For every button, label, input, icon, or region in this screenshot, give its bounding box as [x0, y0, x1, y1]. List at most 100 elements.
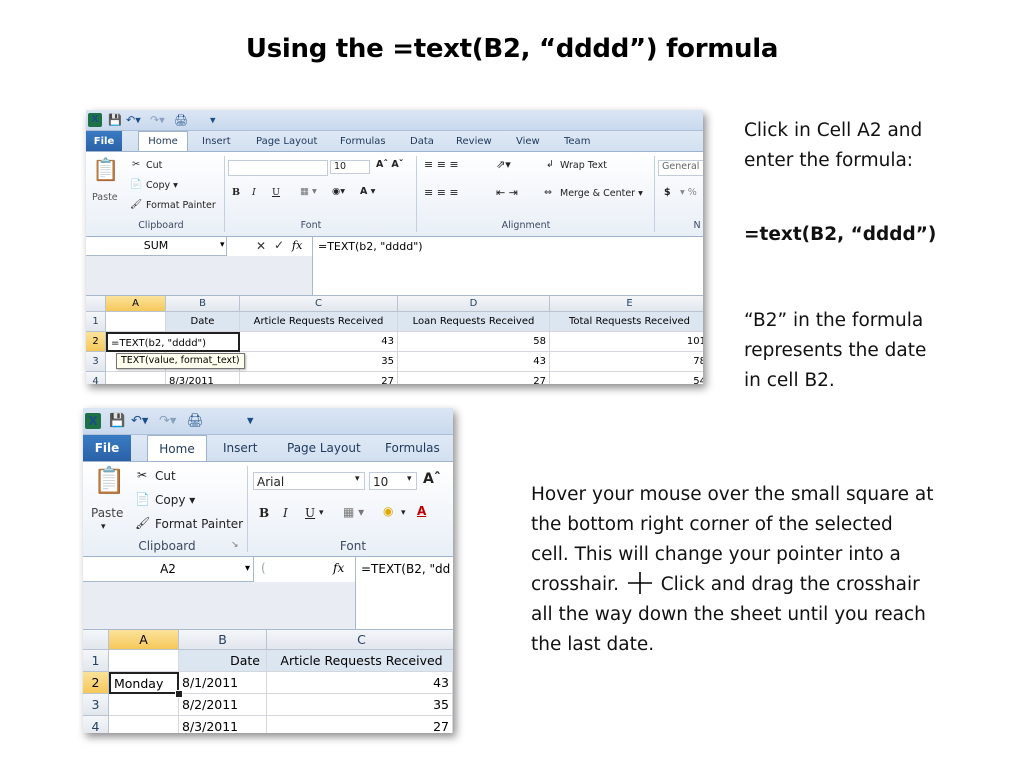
- save-icon[interactable]: 💾: [108, 114, 122, 127]
- align-top-icon[interactable]: ≡ ≡ ≡: [424, 158, 459, 171]
- fill-handle[interactable]: [175, 690, 183, 698]
- tab-file[interactable]: File: [86, 131, 122, 151]
- customize-qat-icon[interactable]: ▾: [247, 414, 254, 429]
- cell-c1[interactable]: Article Requests Received: [240, 312, 398, 332]
- tab-review[interactable]: Review: [456, 131, 492, 151]
- cell-b1[interactable]: Date: [166, 312, 240, 332]
- select-all-corner[interactable]: [86, 296, 106, 312]
- row-header-2[interactable]: 2: [83, 672, 109, 694]
- cut-button[interactable]: Cut: [155, 469, 176, 483]
- cell-b1[interactable]: Date: [179, 650, 267, 672]
- tab-home[interactable]: Home: [147, 435, 207, 461]
- merge-center-button[interactable]: Merge & Center ▾: [560, 188, 643, 199]
- column-header-b[interactable]: B: [179, 630, 267, 650]
- name-box-dropdown-icon[interactable]: ▾: [220, 240, 225, 250]
- column-header-d[interactable]: D: [398, 296, 550, 312]
- borders-icon[interactable]: ▦ ▾: [300, 186, 317, 197]
- name-box[interactable]: SUM: [86, 237, 227, 256]
- underline-dropdown-icon[interactable]: ▾: [319, 508, 324, 518]
- cell-d3[interactable]: 43: [398, 352, 550, 372]
- grow-font-icon[interactable]: Aˆ Aˇ: [376, 159, 404, 170]
- tab-insert[interactable]: Insert: [202, 131, 231, 151]
- tab-team[interactable]: Team: [564, 131, 590, 151]
- paste-button[interactable]: Paste: [92, 192, 118, 203]
- wrap-text-icon[interactable]: ↲: [546, 159, 554, 170]
- select-all-corner[interactable]: [83, 630, 109, 650]
- merge-center-icon[interactable]: ⇔: [544, 187, 552, 198]
- cell-c2[interactable]: 43: [240, 332, 398, 352]
- number-format-box[interactable]: General: [658, 160, 703, 176]
- cell-b4[interactable]: 8/3/2011: [166, 372, 240, 384]
- column-header-c[interactable]: C: [267, 630, 453, 650]
- column-header-a[interactable]: A: [106, 296, 166, 312]
- cell-c4[interactable]: 27: [267, 716, 453, 733]
- undo-icon[interactable]: ↶▾: [126, 114, 141, 127]
- row-header-3[interactable]: 3: [86, 352, 106, 372]
- cell-d1[interactable]: Loan Requests Received: [398, 312, 550, 332]
- copy-button[interactable]: Copy ▾: [155, 493, 195, 507]
- column-header-e[interactable]: E: [550, 296, 703, 312]
- column-header-c[interactable]: C: [240, 296, 398, 312]
- cell-a4[interactable]: [106, 372, 166, 384]
- cell-c3[interactable]: 35: [240, 352, 398, 372]
- row-header-3[interactable]: 3: [83, 694, 109, 716]
- row-header-1[interactable]: 1: [83, 650, 109, 672]
- underline-icon[interactable]: U: [305, 506, 315, 520]
- cell-a1[interactable]: [109, 650, 179, 672]
- tab-insert[interactable]: Insert: [223, 435, 257, 461]
- font-color-icon[interactable]: A ▾: [360, 186, 375, 197]
- tab-page-layout[interactable]: Page Layout: [287, 435, 361, 461]
- cell-a3[interactable]: [109, 694, 179, 716]
- cell-c1[interactable]: Article Requests Received: [267, 650, 453, 672]
- cut-icon[interactable]: ✂: [137, 468, 147, 482]
- column-header-b[interactable]: B: [166, 296, 240, 312]
- copy-icon[interactable]: 📄: [135, 492, 150, 506]
- font-name-box[interactable]: [228, 160, 328, 176]
- cell-b4[interactable]: 8/3/2011: [179, 716, 267, 733]
- orientation-icon[interactable]: ⇗▾: [496, 158, 511, 171]
- tab-page-layout[interactable]: Page Layout: [256, 131, 317, 151]
- name-box[interactable]: A2: [83, 557, 254, 582]
- undo-icon[interactable]: ↶▾: [131, 414, 148, 429]
- format-painter-button[interactable]: Format Painter: [146, 200, 216, 211]
- italic-icon[interactable]: I: [283, 506, 288, 520]
- save-icon[interactable]: 💾: [109, 414, 125, 429]
- formula-input[interactable]: =TEXT(b2, "dddd"): [318, 240, 423, 253]
- name-box-dropdown-icon[interactable]: ▾: [245, 563, 250, 574]
- copy-icon[interactable]: 📄: [130, 179, 142, 190]
- row-header-4[interactable]: 4: [83, 716, 109, 733]
- copy-button[interactable]: Copy ▾: [146, 180, 178, 191]
- enter-icon[interactable]: ✓: [274, 238, 284, 252]
- format-painter-icon[interactable]: 🖌: [130, 199, 142, 210]
- customize-qat-icon[interactable]: ▾: [210, 114, 216, 127]
- paste-button[interactable]: Paste: [91, 506, 123, 520]
- wrap-text-button[interactable]: Wrap Text: [560, 160, 607, 171]
- print-preview-icon[interactable]: 🖨: [187, 414, 204, 429]
- cell-d4[interactable]: 27: [398, 372, 550, 384]
- tab-formulas[interactable]: Formulas: [340, 131, 386, 151]
- cell-a2-editing[interactable]: =TEXT(b2, "dddd"): [106, 332, 240, 352]
- cell-a2-selected[interactable]: Monday: [109, 672, 179, 694]
- cut-button[interactable]: Cut: [146, 160, 162, 171]
- bold-icon[interactable]: B: [259, 506, 269, 520]
- fill-color-icon[interactable]: ◉▾: [332, 186, 345, 197]
- cell-b3[interactable]: 8/2/2011: [179, 694, 267, 716]
- cell-c2[interactable]: 43: [267, 672, 453, 694]
- bold-icon[interactable]: B: [232, 187, 240, 198]
- currency-dropdown-icon[interactable]: ▾ %: [680, 187, 697, 198]
- column-header-a[interactable]: A: [109, 630, 179, 650]
- row-header-4[interactable]: 4: [86, 372, 106, 384]
- font-size-box[interactable]: 10: [330, 160, 370, 174]
- cell-c3[interactable]: 35: [267, 694, 453, 716]
- format-painter-icon[interactable]: 🖌: [135, 516, 150, 530]
- fill-color-dropdown-icon[interactable]: ▾: [401, 508, 406, 518]
- insert-function-icon[interactable]: fx: [333, 561, 344, 575]
- font-name-dropdown-icon[interactable]: ▾: [355, 474, 360, 484]
- cancel-icon[interactable]: ✕: [256, 239, 266, 253]
- cell-b2[interactable]: 8/1/2011: [179, 672, 267, 694]
- borders-icon[interactable]: ▦ ▾: [343, 505, 364, 519]
- cell-a4[interactable]: [109, 716, 179, 733]
- cell-e1[interactable]: Total Requests Received: [550, 312, 703, 332]
- cell-e3[interactable]: 78: [550, 352, 703, 372]
- cell-e2[interactable]: 101: [550, 332, 703, 352]
